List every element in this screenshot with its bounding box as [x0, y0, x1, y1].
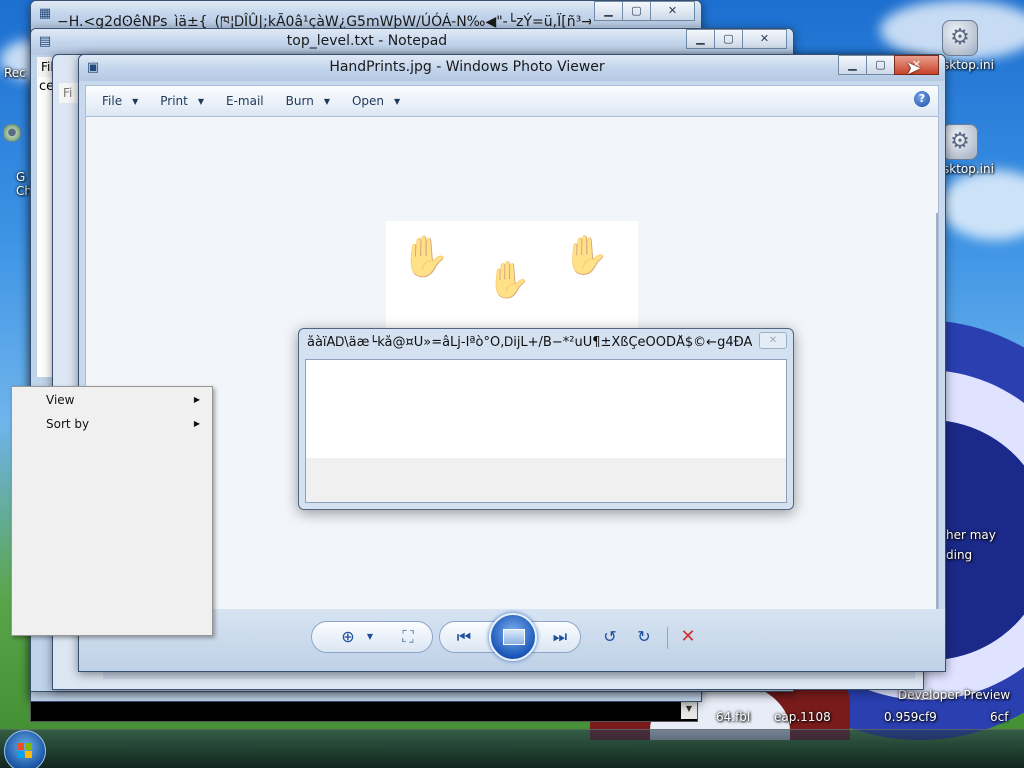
- close-button[interactable]: ✕: [742, 29, 787, 49]
- divider: [667, 627, 668, 649]
- mouse-cursor-icon: ➤: [906, 58, 922, 79]
- menu-label: E-mail: [226, 94, 264, 108]
- windows-logo-icon: [17, 743, 33, 759]
- menu-open[interactable]: Open ▼: [346, 91, 406, 111]
- browser-icon: ●: [3, 124, 21, 142]
- desktop-icon-chrome[interactable]: ●: [0, 124, 32, 142]
- viewport-scroll-edge: [936, 213, 938, 609]
- title-bar[interactable]: ▣ HandPrints.jpg - Windows Photo Viewer …: [79, 55, 945, 81]
- window-controls: ▁ ▢ ✕: [838, 55, 939, 75]
- window-controls: ▁ ▢ ✕: [594, 1, 695, 21]
- minimize-button[interactable]: ▁: [686, 29, 715, 49]
- command-bar: File ▼ Print ▼ E-mail Burn ▼ Open ▼ ?: [85, 85, 939, 117]
- help-icon[interactable]: ?: [914, 91, 930, 107]
- desktop-icon-label: G: [16, 170, 26, 184]
- purple-handprint-icon: ✋: [562, 233, 610, 277]
- context-menu-sort-by[interactable]: Sort by ▶: [14, 413, 210, 435]
- dropdown-arrow-icon: ▼: [323, 96, 330, 106]
- menu-file[interactable]: File ▼: [96, 91, 144, 111]
- menu-label: Burn: [285, 94, 314, 108]
- close-button[interactable]: ✕: [650, 1, 695, 21]
- menu-burn[interactable]: Burn ▼: [280, 91, 336, 111]
- menu-label: Sort by: [46, 417, 90, 431]
- gear-file-icon: ⚙: [942, 20, 978, 56]
- rotate-clockwise-icon[interactable]: ↻: [633, 626, 655, 648]
- desktop-text: her may: [946, 528, 996, 542]
- menu-label: Print: [160, 94, 188, 108]
- minimize-button[interactable]: ▁: [838, 55, 867, 75]
- close-button[interactable]: ✕: [759, 332, 787, 349]
- dropdown-arrow-icon: ▼: [132, 96, 139, 106]
- rotate-counterclockwise-icon[interactable]: ↺: [599, 626, 621, 648]
- dropdown-arrow-icon: ▼: [394, 96, 401, 106]
- zoom-dropdown-icon[interactable]: ▼: [359, 626, 381, 648]
- menu-print[interactable]: Print ▼: [154, 91, 210, 111]
- blue-handprint-icon: ✋: [486, 260, 531, 301]
- desktop-text: Developer Preview: [898, 688, 1011, 702]
- desktop-text: 6cf: [990, 710, 1009, 724]
- slideshow-icon[interactable]: [489, 613, 537, 661]
- desktop-text: 0.959cf9: [884, 710, 937, 724]
- next-icon[interactable]: ⏭: [549, 626, 571, 648]
- start-button[interactable]: [4, 730, 46, 768]
- desktop-text: ding: [946, 548, 973, 562]
- gear-file-icon: ⚙: [942, 124, 978, 160]
- photo-image: ✋ ✋ ✋: [386, 221, 638, 341]
- taskbar: [0, 729, 1024, 768]
- desktop-text: eap.1108: [774, 710, 831, 724]
- zoom-icon[interactable]: ⊕: [337, 626, 359, 648]
- maximize-button[interactable]: ▢: [714, 29, 743, 49]
- context-menu: View ▶ Sort by ▶: [11, 386, 213, 636]
- previous-icon[interactable]: ⏮: [453, 626, 475, 648]
- actual-size-icon[interactable]: ⛶: [397, 626, 419, 648]
- title-bar[interactable]: ▦ −H.<g2dʘêNPs_ìä±{_(ཁ¦ᎠÎÛ|;kÃ0â¹çàW¿G5m…: [31, 1, 701, 30]
- submenu-arrow-icon: ▶: [193, 419, 200, 428]
- menu-label: Open: [351, 94, 385, 108]
- dropdown-arrow-icon: ▼: [197, 96, 205, 106]
- window-controls: ▁ ▢ ✕: [686, 29, 787, 49]
- menu-label: File: [102, 94, 123, 108]
- title-bar[interactable]: ▤ top_level.txt - Notepad ▁ ▢ ✕: [31, 29, 793, 55]
- desktop: ⚙ desktop.ini ⚙ desktop.ini Rec ● G Ch h…: [0, 0, 1024, 768]
- menu-label: View: [46, 393, 75, 407]
- scroll-down-icon[interactable]: ▼: [681, 699, 697, 719]
- window-title: top_level.txt - Notepad: [286, 33, 448, 49]
- desktop-text: 64.fbl: [716, 710, 751, 724]
- maximize-button[interactable]: ▢: [622, 1, 651, 21]
- dialog-body: [305, 359, 787, 503]
- context-menu-view[interactable]: View ▶: [14, 389, 210, 411]
- minimize-button[interactable]: ▁: [594, 1, 623, 21]
- menu-email[interactable]: E-mail: [220, 91, 270, 111]
- desktop-cloud: [940, 170, 1024, 240]
- maximize-button[interactable]: ▢: [866, 55, 895, 75]
- window-title: HandPrints.jpg - Windows Photo Viewer: [329, 59, 605, 75]
- delete-icon[interactable]: ✕: [677, 626, 699, 648]
- submenu-arrow-icon: ▶: [193, 395, 200, 404]
- dialog-footer: [306, 458, 786, 502]
- notepad-icon: ▤: [38, 34, 52, 49]
- window-app-icon: ▦: [38, 6, 52, 21]
- desktop-icon-label[interactable]: Rec: [4, 66, 26, 80]
- yellow-handprint-icon: ✋: [400, 234, 450, 280]
- dialog-title: åàïÄᎠ\äæ└kå@¤Ü»=âLj-Ïªò°O,ᎠĳL+/B−*²uÙ¶±X…: [307, 335, 752, 350]
- photo-viewer-icon: ▣: [86, 60, 100, 75]
- dialog-window[interactable]: åàïÄᎠ\äæ└kå@¤Ü»=âLj-Ïªò°O,ᎠĳL+/B−*²uÙ¶±X…: [298, 328, 794, 510]
